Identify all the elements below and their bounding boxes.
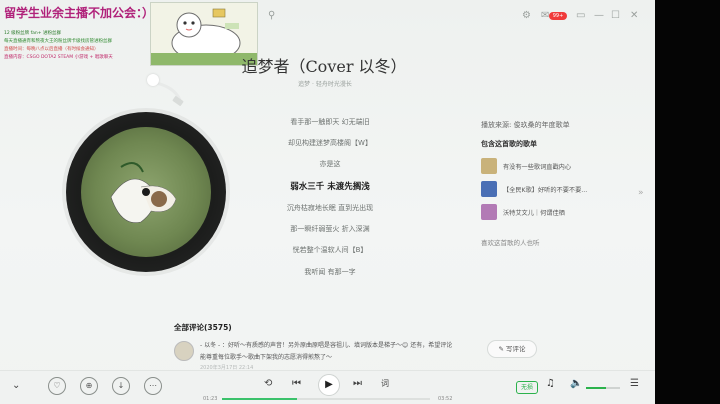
playlist-cover xyxy=(481,204,497,220)
contains-song-label: 包含这首歌的歌单 xyxy=(481,140,537,148)
lyric-line-active: 弱水三千 未渡先搁浅 xyxy=(290,182,370,192)
download-icon[interactable]: ↓ xyxy=(112,377,130,395)
playlist-cover xyxy=(481,181,497,197)
lyric-line: 沉舟枯寂地长眠 直到光出现 xyxy=(286,204,374,212)
chevron-down-icon[interactable]: ⌄ xyxy=(12,380,20,391)
mail-badge: 99+ xyxy=(549,12,567,20)
loop-icon[interactable]: ⟲ xyxy=(264,378,272,389)
song-subtitle[interactable]: 追梦 · 轻舟时光漫长 xyxy=(280,79,370,88)
playlist-cover xyxy=(481,158,497,174)
settings-icon[interactable]: ⚙ xyxy=(522,10,531,21)
tonearm-pivot xyxy=(147,74,159,86)
progress-fill xyxy=(222,398,297,400)
lyric-line: 恍若整个温软人间【B】 xyxy=(292,246,368,254)
playlist-name: 【全民K歌】好听的不要不要... xyxy=(503,187,588,194)
comments-title: 全部评论(3575) xyxy=(174,323,232,332)
expand-right-icon[interactable]: » xyxy=(638,188,644,198)
music-player-window: 留学生业余主播不加公会：） 12 级粉丝牌 fan+ 进粉丝群 每天直播通宵和熬… xyxy=(0,0,655,404)
like-heart-icon[interactable]: ♡ xyxy=(48,377,66,395)
overlay-line: 直播内容：CSGO DOTA2 STEAM 小游戏 + 唱歌聊天 xyxy=(4,55,113,60)
playlist-item[interactable]: 沃特艾文儿｜何谓佳栖 xyxy=(481,204,601,222)
playlist-item[interactable]: 【全民K歌】好听的不要不要... xyxy=(481,181,601,199)
playlist-name: 沃特艾文儿｜何谓佳栖 xyxy=(503,210,565,217)
comment-text: 能尊重每位歌手～歌曲下架我的志愿消得煎熬了～ xyxy=(200,354,333,361)
play-button[interactable]: ▶ xyxy=(318,374,340,396)
lyric-line: 那一瞬纤弱萤火 折入深渊 xyxy=(290,225,370,233)
playlist-item[interactable]: 有没有一些歌词直戳内心 xyxy=(481,158,601,176)
maximize-icon[interactable]: ☐ xyxy=(611,10,620,21)
playlist-name: 有没有一些歌词直戳内心 xyxy=(503,164,572,171)
song-title: 追梦者（Cover 以冬） xyxy=(241,57,407,76)
play-source-label[interactable]: 播放来源: 俊玖桑的年度歌单 xyxy=(481,120,570,130)
overlay-title: 留学生业余主播不加公会：） xyxy=(4,6,155,20)
sound-effect-icon[interactable]: ♫ xyxy=(546,378,555,389)
next-icon[interactable]: ⏭ xyxy=(353,378,362,389)
lyric-line: 亦是这 xyxy=(319,160,341,168)
pin-icon[interactable]: ⚲ xyxy=(268,10,275,21)
write-comment-button[interactable]: ✎ 写评论 xyxy=(487,340,537,358)
pen-icon: ✎ xyxy=(498,345,506,353)
close-icon[interactable]: ✕ xyxy=(630,10,638,21)
overlay-line: 12 级粉丝牌 fan+ 进粉丝群 xyxy=(4,31,61,36)
comment-text: - 以冬 - ：好听～有质感的声音！另外原曲原唱是容祖儿、填词版本是梯子～😊 还… xyxy=(200,342,453,349)
avatar[interactable] xyxy=(174,341,194,361)
also-like-label: 喜欢这首歌的人也听 xyxy=(481,239,540,247)
lyrics-toggle-button[interactable]: 词 xyxy=(381,378,389,389)
overlay-line: 每天直播通宵和熬夜大王的粉丝牌卡级找房管进粉丝群 xyxy=(4,39,112,44)
current-time: 01:23 xyxy=(203,396,218,402)
outside-area xyxy=(655,0,720,404)
playlist-queue-icon[interactable]: ☰ xyxy=(630,378,639,389)
overlay-line: 直播时间：每晚八点以后直播（有时候会通知） xyxy=(4,47,99,52)
more-icon[interactable]: ⋯ xyxy=(144,377,162,395)
total-time: 03:52 xyxy=(438,396,453,402)
lyric-line: 看手那一触即天 幻无端旧 xyxy=(290,118,370,126)
write-comment-label: 写评论 xyxy=(506,345,526,353)
lyric-line: 我听闻 有那一字 xyxy=(304,268,356,276)
previous-icon[interactable]: ⏮ xyxy=(292,378,301,389)
mini-mode-icon[interactable]: ▭ xyxy=(576,10,585,21)
volume-icon[interactable]: 🔈 xyxy=(570,378,582,389)
minimize-icon[interactable]: — xyxy=(594,10,604,21)
quality-badge[interactable]: 无损 xyxy=(516,381,538,394)
lyric-line: 却见构建迷梦高楼阁【W】 xyxy=(288,139,372,147)
volume-fill xyxy=(586,387,607,389)
tonearm xyxy=(140,80,188,108)
album-art xyxy=(81,127,211,257)
collect-icon[interactable]: ⊕ xyxy=(80,377,98,395)
